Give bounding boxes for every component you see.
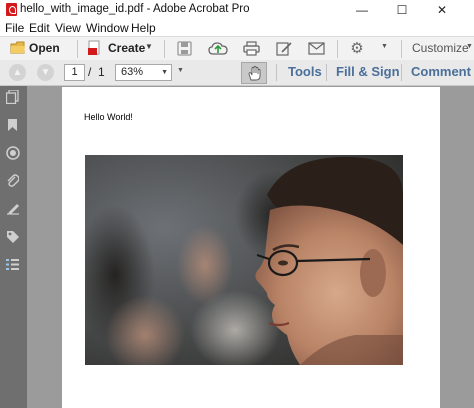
navigation-bar: ▲ ▼ 1 / 1 63% ▼ ▼ Tools Fill & Sign Comm… — [0, 60, 474, 86]
save-icon[interactable] — [175, 40, 193, 56]
sign-pen-icon[interactable] — [5, 201, 20, 216]
menu-edit[interactable]: Edit — [29, 21, 50, 35]
open-label: Open — [29, 41, 60, 55]
create-pdf-icon — [88, 40, 100, 55]
edit-sign-icon[interactable] — [274, 40, 294, 56]
zoom-value: 63% — [121, 66, 144, 78]
photo-portrait-man-glasses — [85, 155, 403, 365]
bookmark-icon[interactable] — [5, 117, 20, 132]
customize-button[interactable]: Customize — [412, 41, 469, 55]
email-icon[interactable] — [306, 40, 326, 56]
document-text: Hello World! — [84, 112, 133, 122]
page-thumbnails-icon[interactable] — [5, 89, 20, 104]
signature-icon[interactable] — [5, 145, 20, 160]
minimize-button[interactable]: — — [346, 0, 378, 20]
page-total: 1 — [98, 65, 105, 79]
chevron-down-icon: ▼ — [145, 42, 153, 51]
tag-icon[interactable] — [5, 229, 20, 244]
arrow-down-icon: ▼ — [40, 67, 51, 78]
main-toolbar: Open Create ▼ ⚙ ▼ Customize ▼ — [0, 36, 474, 61]
toolbar-divider — [77, 40, 78, 58]
create-button[interactable]: Create ▼ — [84, 39, 156, 57]
pdf-app-icon — [6, 3, 17, 16]
toolbar-divider — [164, 40, 165, 58]
menu-view[interactable]: View — [55, 21, 81, 35]
tools-tab[interactable]: Tools — [288, 64, 322, 79]
menu-bar: File Edit View Window Help — [0, 20, 474, 36]
open-button[interactable]: Open — [4, 39, 70, 57]
maximize-button[interactable]: ☐ — [386, 0, 418, 20]
toolbar-divider — [276, 64, 277, 81]
attachment-icon[interactable] — [5, 173, 20, 188]
chevron-down-icon[interactable]: ▼ — [381, 43, 388, 50]
fill-sign-tab[interactable]: Fill & Sign — [336, 64, 400, 79]
arrow-up-icon: ▲ — [12, 67, 23, 78]
chevron-down-icon[interactable]: ▼ — [466, 43, 473, 50]
menu-help[interactable]: Help — [131, 21, 156, 35]
print-icon[interactable] — [241, 40, 261, 56]
folder-icon — [10, 41, 25, 54]
toolbar-divider — [401, 40, 402, 58]
menu-file[interactable]: File — [5, 21, 24, 35]
toolbar-divider — [401, 64, 402, 81]
hand-icon — [248, 65, 261, 80]
previous-page-button[interactable]: ▲ — [9, 64, 26, 81]
next-page-button[interactable]: ▼ — [37, 64, 54, 81]
window-title: hello_with_image_id.pdf - Adobe Acrobat … — [20, 3, 250, 15]
close-button[interactable]: ✕ — [426, 0, 458, 20]
title-bar: hello_with_image_id.pdf - Adobe Acrobat … — [0, 0, 474, 20]
toolbar-divider — [326, 64, 327, 81]
page-number-input[interactable]: 1 — [64, 64, 85, 81]
comment-tab[interactable]: Comment — [411, 64, 471, 79]
navigation-pane — [0, 86, 27, 408]
more-tools-chevron-icon[interactable]: ▼ — [177, 67, 184, 74]
upload-cloud-icon[interactable] — [207, 40, 229, 56]
settings-gear-icon[interactable]: ⚙ — [348, 40, 366, 57]
hand-tool-button[interactable] — [241, 62, 267, 84]
toolbar-divider — [337, 40, 338, 58]
chevron-down-icon[interactable]: ▼ — [161, 65, 168, 80]
create-label: Create — [108, 41, 146, 55]
menu-window[interactable]: Window — [86, 21, 129, 35]
zoom-input[interactable]: 63% ▼ — [115, 64, 172, 81]
page-separator: / — [88, 65, 92, 79]
document-image — [85, 155, 403, 365]
content-list-icon[interactable] — [5, 257, 20, 272]
